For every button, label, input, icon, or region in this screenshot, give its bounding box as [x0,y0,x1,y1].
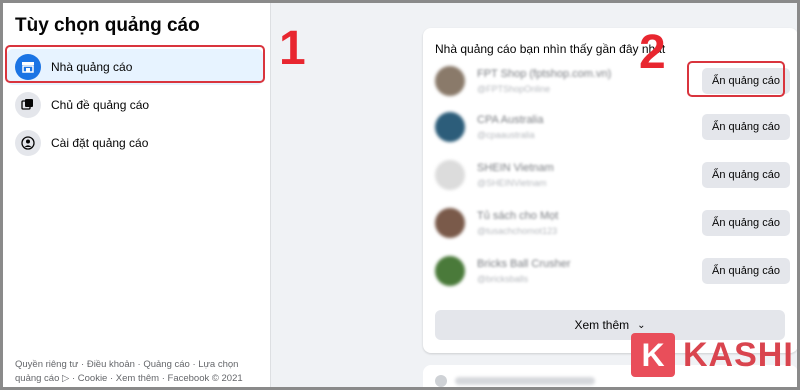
footer-links[interactable]: Quyền riêng tư · Điều khoản · Quảng cáo … [15,358,265,386]
hide-ads-button[interactable]: Ẩn quảng cáo [702,210,790,236]
advertiser-name: SHEIN Vietnam [477,162,554,174]
info-icon [435,375,447,387]
watermark-logo: K KASHI [631,333,794,377]
advertiser-avatar [435,66,465,96]
chevron-down-icon: ⌄ [637,319,646,331]
highlight-box-step2 [687,61,785,97]
advertiser-name: Tủ sách cho Mọt [477,210,559,222]
step-number-2: 2 [639,26,666,79]
sidebar-item-label: Cài đặt quảng cáo [51,136,149,150]
footer-line[interactable]: Quyền riêng tư · Điều khoản · Quảng cáo … [15,358,265,372]
see-more-label: Xem thêm [574,318,630,332]
advertiser-avatar [435,160,465,190]
advertiser-avatar [435,112,465,142]
advertiser-name: Bricks Ball Crusher [477,258,571,270]
advertiser-handle: @cpaaustralia [477,130,535,140]
advertiser-handle: @tusachchomot123 [477,226,558,236]
sidebar-item-label: Chủ đề quảng cáo [51,98,150,112]
topics-icon [15,92,41,118]
app-window: Tùy chọn quảng cáo Nhà quảng cáo Chủ đề … [0,0,800,390]
advertiser-handle: @bricksballs [477,274,529,284]
logo-mark: K [631,333,675,377]
advertiser-handle: @FPTShopOnline [477,84,551,94]
hide-ads-button[interactable]: Ẩn quảng cáo [702,162,790,188]
advertiser-row: SHEIN Vietnam @SHEINVietnam Ẩn quảng cáo [435,156,790,196]
advertiser-row: Bricks Ball Crusher @bricksballs Ẩn quản… [435,252,790,292]
step-number-1: 1 [279,22,306,75]
advertiser-avatar [435,208,465,238]
person-settings-icon [15,130,41,156]
highlight-box-step1 [5,45,265,83]
blurred-text [455,377,595,385]
advertiser-name: FPT Shop (fptshop.com.vn) [477,68,612,80]
hide-ads-button[interactable]: Ẩn quảng cáo [702,114,790,140]
advertiser-row: CPA Australia @cpaaustralia Ẩn quảng cáo [435,108,790,148]
card-title: Nhà quảng cáo bạn nhìn thấy gần đây nhất [435,42,666,56]
advertiser-handle: @SHEINVietnam [477,178,547,188]
sidebar-item-ad-settings[interactable]: Cài đặt quảng cáo [7,125,263,161]
advertiser-avatar [435,256,465,286]
hide-ads-button[interactable]: Ẩn quảng cáo [702,258,790,284]
logo-text: KASHI [683,335,794,374]
advertiser-row: Tủ sách cho Mọt @tusachchomot123 Ẩn quản… [435,204,790,244]
sidebar-item-ad-topics[interactable]: Chủ đề quảng cáo [7,87,263,123]
sidebar-title: Tùy chọn quảng cáo [15,15,200,36]
advertiser-name: CPA Australia [477,114,544,126]
footer-line[interactable]: quảng cáo ▷ · Cookie · Xem thêm · Facebo… [15,372,265,386]
